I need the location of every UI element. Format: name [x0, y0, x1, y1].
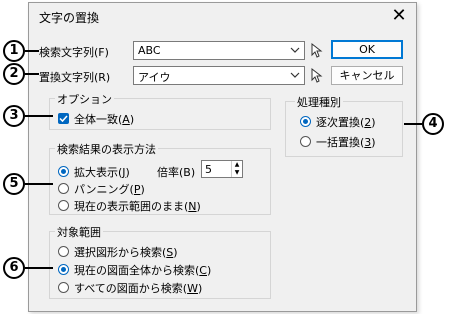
process-sequential-label[interactable]: 逐次置換(2): [316, 114, 376, 130]
display-keep-label[interactable]: 現在の表示範囲のまま(N): [74, 198, 201, 214]
zoom-ratio-label: 倍率(B): [157, 166, 196, 179]
callout-1: 1: [3, 40, 25, 62]
ok-button[interactable]: OK: [331, 40, 403, 59]
close-icon[interactable]: ✕: [388, 5, 410, 27]
spin-down-icon[interactable]: ▼: [231, 169, 242, 177]
scope-current-radio[interactable]: [58, 264, 69, 275]
callout-5: 5: [3, 173, 25, 195]
zoom-ratio-spinner[interactable]: 5 ▲ ▼: [201, 160, 243, 178]
process-type-title: 処理種別: [295, 94, 343, 110]
search-label: 検索文字列(F): [39, 46, 109, 59]
replace-text-dialog: 文字の置換 ✕ 検索文字列(F) ABC OK 置換文字列(R) アイウ キャン…: [28, 2, 417, 312]
display-zoom-radio[interactable]: [58, 166, 69, 177]
search-input[interactable]: ABC: [138, 44, 161, 57]
chevron-down-icon[interactable]: [289, 69, 301, 81]
match-whole-label[interactable]: 全体一致(A): [74, 111, 134, 127]
scope-selection-radio[interactable]: [58, 246, 69, 257]
process-batch-radio[interactable]: [300, 136, 311, 147]
process-batch-label[interactable]: 一括置換(3): [316, 134, 376, 150]
display-zoom-label[interactable]: 拡大表示(J): [74, 164, 130, 180]
pick-from-drawing-icon[interactable]: [309, 67, 323, 84]
options-group-title: オプション: [55, 91, 114, 107]
replace-input[interactable]: アイウ: [138, 69, 170, 85]
callout-4: 4: [422, 113, 444, 135]
match-whole-checkbox[interactable]: [58, 113, 69, 124]
scope-title: 対象範囲: [55, 224, 103, 240]
display-pan-radio[interactable]: [58, 183, 69, 194]
search-combobox[interactable]: ABC: [133, 41, 305, 60]
replace-combobox[interactable]: アイウ: [133, 66, 305, 85]
callout-2-leader: [25, 73, 39, 75]
callout-4-leader: [404, 123, 422, 125]
callout-6-leader: [25, 267, 53, 269]
display-keep-radio[interactable]: [58, 200, 69, 211]
scope-all-label[interactable]: すべての図面から検索(W): [74, 280, 202, 296]
callout-2: 2: [3, 63, 25, 85]
process-sequential-radio[interactable]: [300, 116, 311, 127]
display-pan-label[interactable]: パンニング(P): [74, 181, 145, 197]
spin-up-icon[interactable]: ▲: [231, 161, 242, 169]
callout-3: 3: [3, 105, 25, 127]
callout-5-leader: [25, 183, 53, 185]
scope-all-radio[interactable]: [58, 282, 69, 293]
cancel-button[interactable]: キャンセル: [331, 66, 403, 85]
scope-selection-label[interactable]: 選択図形から検索(S): [74, 244, 178, 260]
chevron-down-icon[interactable]: [289, 44, 301, 56]
pick-from-drawing-icon[interactable]: [309, 42, 323, 59]
callout-1-leader: [25, 50, 39, 52]
dialog-title: 文字の置換: [39, 11, 100, 25]
callout-6: 6: [3, 257, 25, 279]
checkmark-icon: [59, 115, 68, 123]
callout-3-leader: [25, 115, 53, 117]
zoom-ratio-input[interactable]: 5: [205, 163, 212, 176]
scope-current-label[interactable]: 現在の図面全体から検索(C): [74, 262, 211, 278]
display-method-title: 検索結果の表示方法: [55, 141, 158, 157]
replace-label: 置換文字列(R): [39, 71, 111, 84]
